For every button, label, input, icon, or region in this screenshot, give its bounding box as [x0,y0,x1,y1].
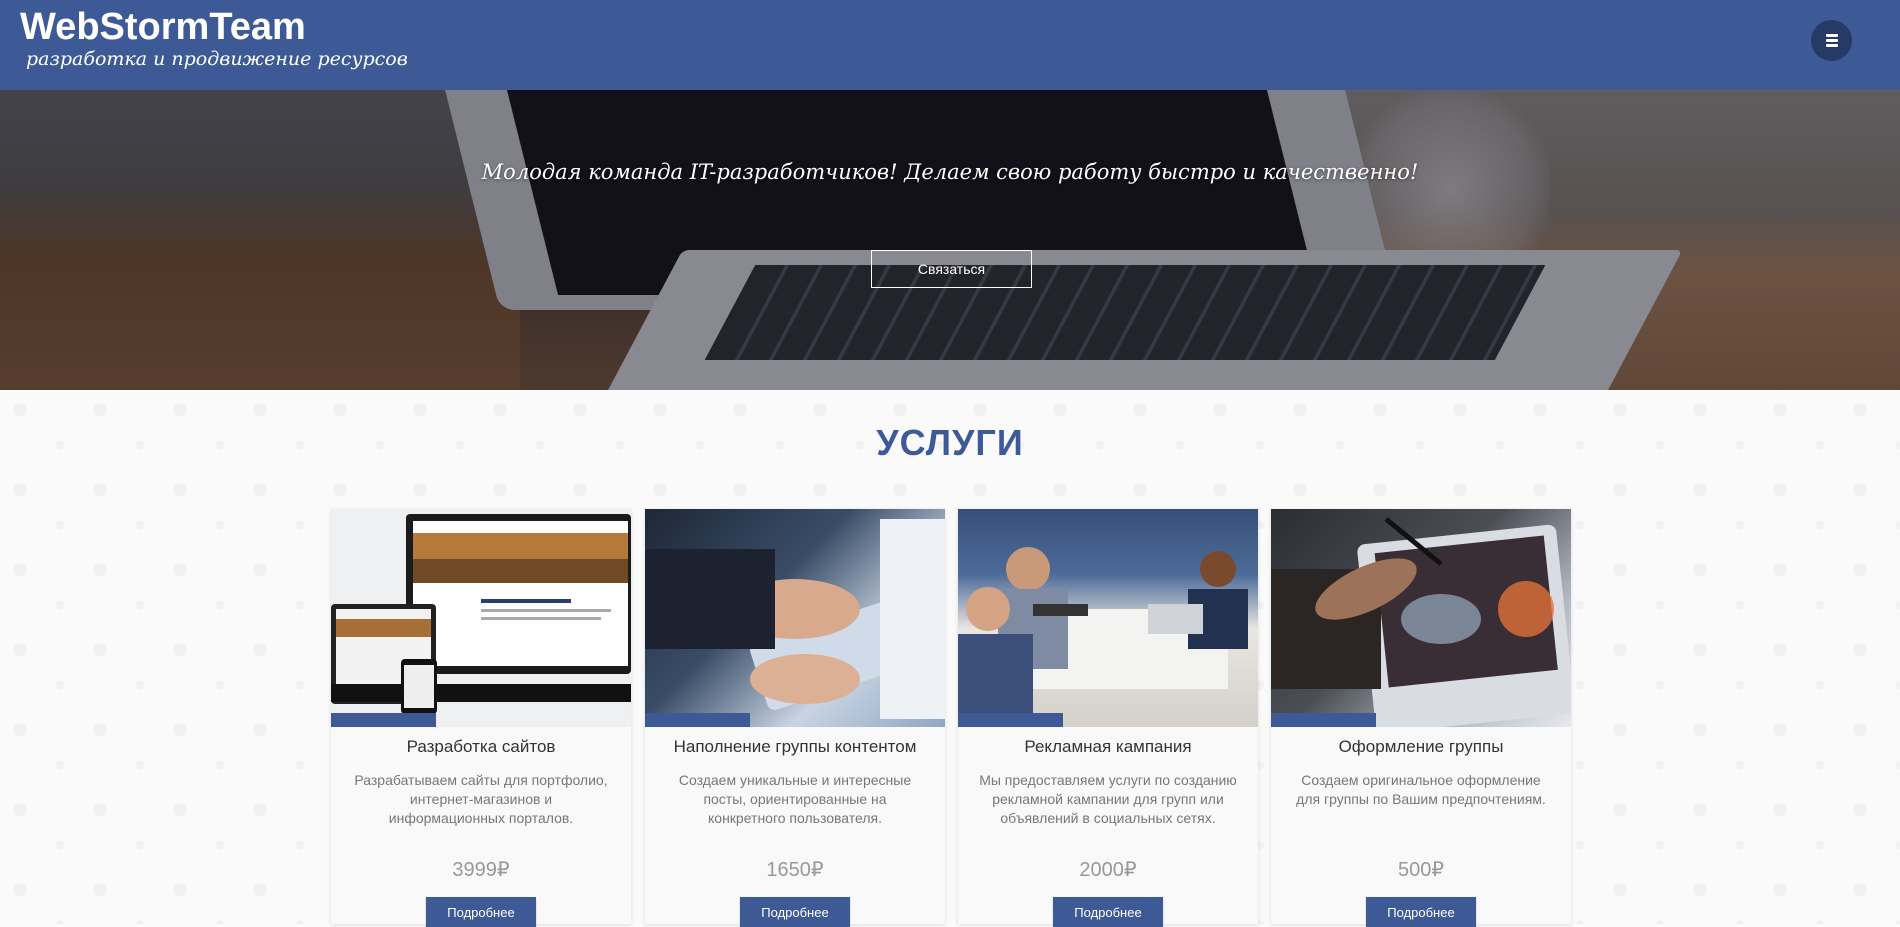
meeting-icon [958,547,1248,727]
section-title: УСЛУГИ [876,422,1024,463]
service-card-group-design: Оформление группы Создаем оригинальное о… [1271,509,1571,927]
site-header: WebStormTeam разработка и продвижение ре… [0,0,1900,90]
details-button[interactable]: Подробнее [426,897,536,927]
contact-button[interactable]: Связаться [871,250,1032,288]
service-image-websites [331,509,631,727]
logo-subtitle: разработка и продвижение ресурсов [26,48,408,70]
hero-banner: Молодая команда IT-разработчиков! Делаем… [0,90,1900,390]
drawing-tablet-icon [1271,517,1571,727]
card-price: 3999₽ [452,859,510,881]
menu-button[interactable] [1811,20,1852,61]
card-title: Рекламная кампания [1024,737,1192,756]
details-button[interactable]: Подробнее [1053,897,1163,927]
service-image-content [645,509,945,727]
card-accent [958,713,1063,727]
services-section: УСЛУГИ Разработка сайтов Разрабатываем с… [0,390,1900,927]
devices-mockup-icon [331,514,631,714]
service-card-websites: Разработка сайтов Разрабатываем сайты дл… [331,509,631,927]
service-image-group-design [1271,509,1571,727]
card-title: Оформление группы [1338,737,1504,756]
typing-hands-icon [645,519,945,719]
logo-title[interactable]: WebStormTeam [20,6,306,49]
details-button[interactable]: Подробнее [740,897,850,927]
card-price: 1650₽ [766,859,824,881]
card-description: Создаем уникальные и интересные посты, о… [678,772,912,826]
card-price: 2000₽ [1079,859,1137,881]
details-button[interactable]: Подробнее [1366,897,1476,927]
card-accent [1271,713,1376,727]
service-card-advertising: Рекламная кампания Мы предоставляем услу… [958,509,1258,927]
card-description: Мы предоставляем услуги по созданию рекл… [979,772,1237,826]
service-image-advertising [958,509,1258,727]
card-accent [645,713,750,727]
card-accent [331,713,436,727]
hamburger-icon [1825,32,1838,49]
card-price: 500₽ [1397,859,1445,881]
card-title: Разработка сайтов [406,737,556,756]
card-title: Наполнение группы контентом [673,737,917,756]
hero-overlay [0,90,1900,390]
service-card-content: Наполнение группы контентом Создаем уник… [645,509,945,927]
hero-headline: Молодая команда IT-разработчиков! Делаем… [481,160,1419,184]
card-description: Разрабатываем сайты для портфолио, интер… [354,772,608,826]
card-description: Создаем оригинальное оформление для груп… [1296,772,1546,807]
